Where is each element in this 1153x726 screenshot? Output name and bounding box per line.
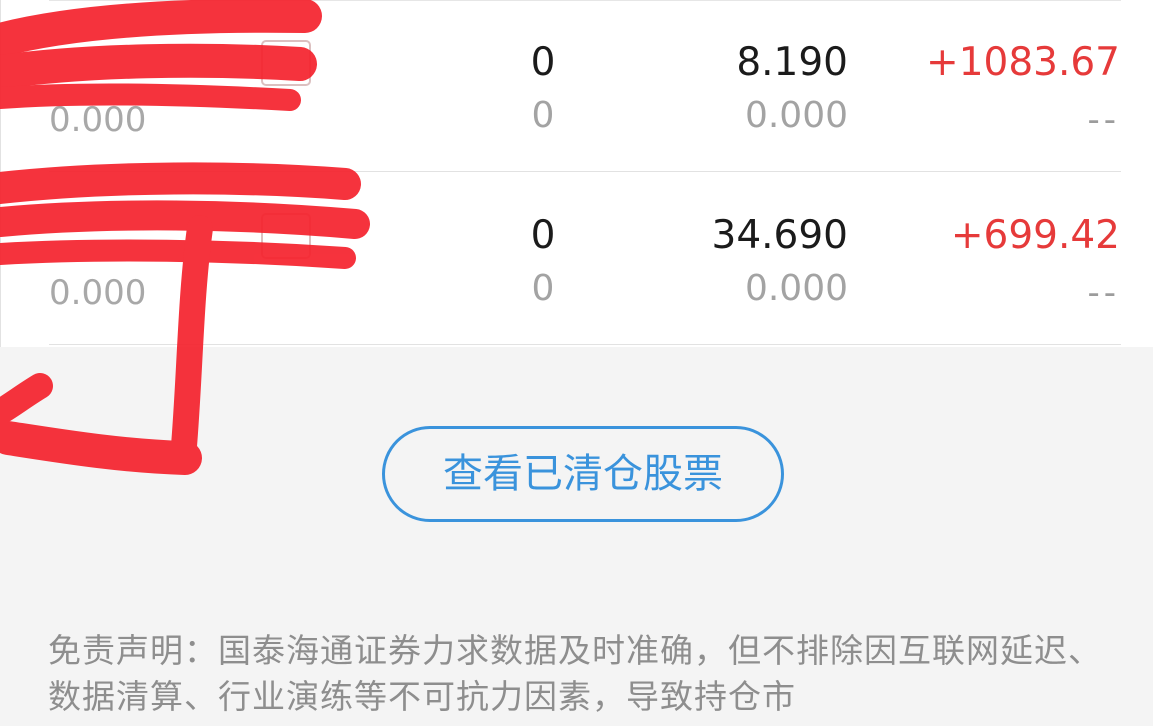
holding-row[interactable]: 0.000 0 0 34.690 0.000 +699.42 -- bbox=[1, 173, 1153, 345]
profit-loss-ratio: -- bbox=[1087, 100, 1120, 140]
holding-row[interactable]: 0.000 0 0 8.190 0.000 +1083.67 -- bbox=[1, 0, 1153, 172]
divider bbox=[49, 344, 1121, 345]
profit-loss: +699.42 bbox=[950, 213, 1120, 258]
cost-price: 0.000 bbox=[744, 268, 848, 309]
current-price: 8.190 bbox=[736, 40, 848, 85]
holdings-list: 0.000 0 0 8.190 0.000 +1083.67 -- 0.000 … bbox=[0, 0, 1153, 347]
available-qty: 0 bbox=[531, 95, 555, 136]
profit-loss: +1083.67 bbox=[926, 40, 1120, 85]
position-qty: 0 bbox=[530, 40, 556, 85]
market-value: 0.000 bbox=[49, 273, 147, 313]
cost-price: 0.000 bbox=[744, 95, 848, 136]
market-badge bbox=[261, 213, 311, 259]
available-qty: 0 bbox=[531, 268, 555, 309]
disclaimer-text: 免责声明：国泰海通证券力求数据及时准确，但不排除因互联网延迟、数据清算、行业演练… bbox=[48, 631, 1102, 716]
profit-loss-ratio: -- bbox=[1087, 273, 1120, 313]
divider bbox=[49, 171, 1121, 172]
current-price: 34.690 bbox=[711, 213, 848, 258]
view-cleared-stocks-button[interactable]: 查看已清仓股票 bbox=[382, 426, 784, 522]
market-badge bbox=[261, 40, 311, 86]
position-qty: 0 bbox=[530, 213, 556, 258]
redaction-stroke bbox=[0, 421, 202, 475]
market-value: 0.000 bbox=[49, 100, 147, 140]
redaction-stroke bbox=[0, 373, 53, 425]
